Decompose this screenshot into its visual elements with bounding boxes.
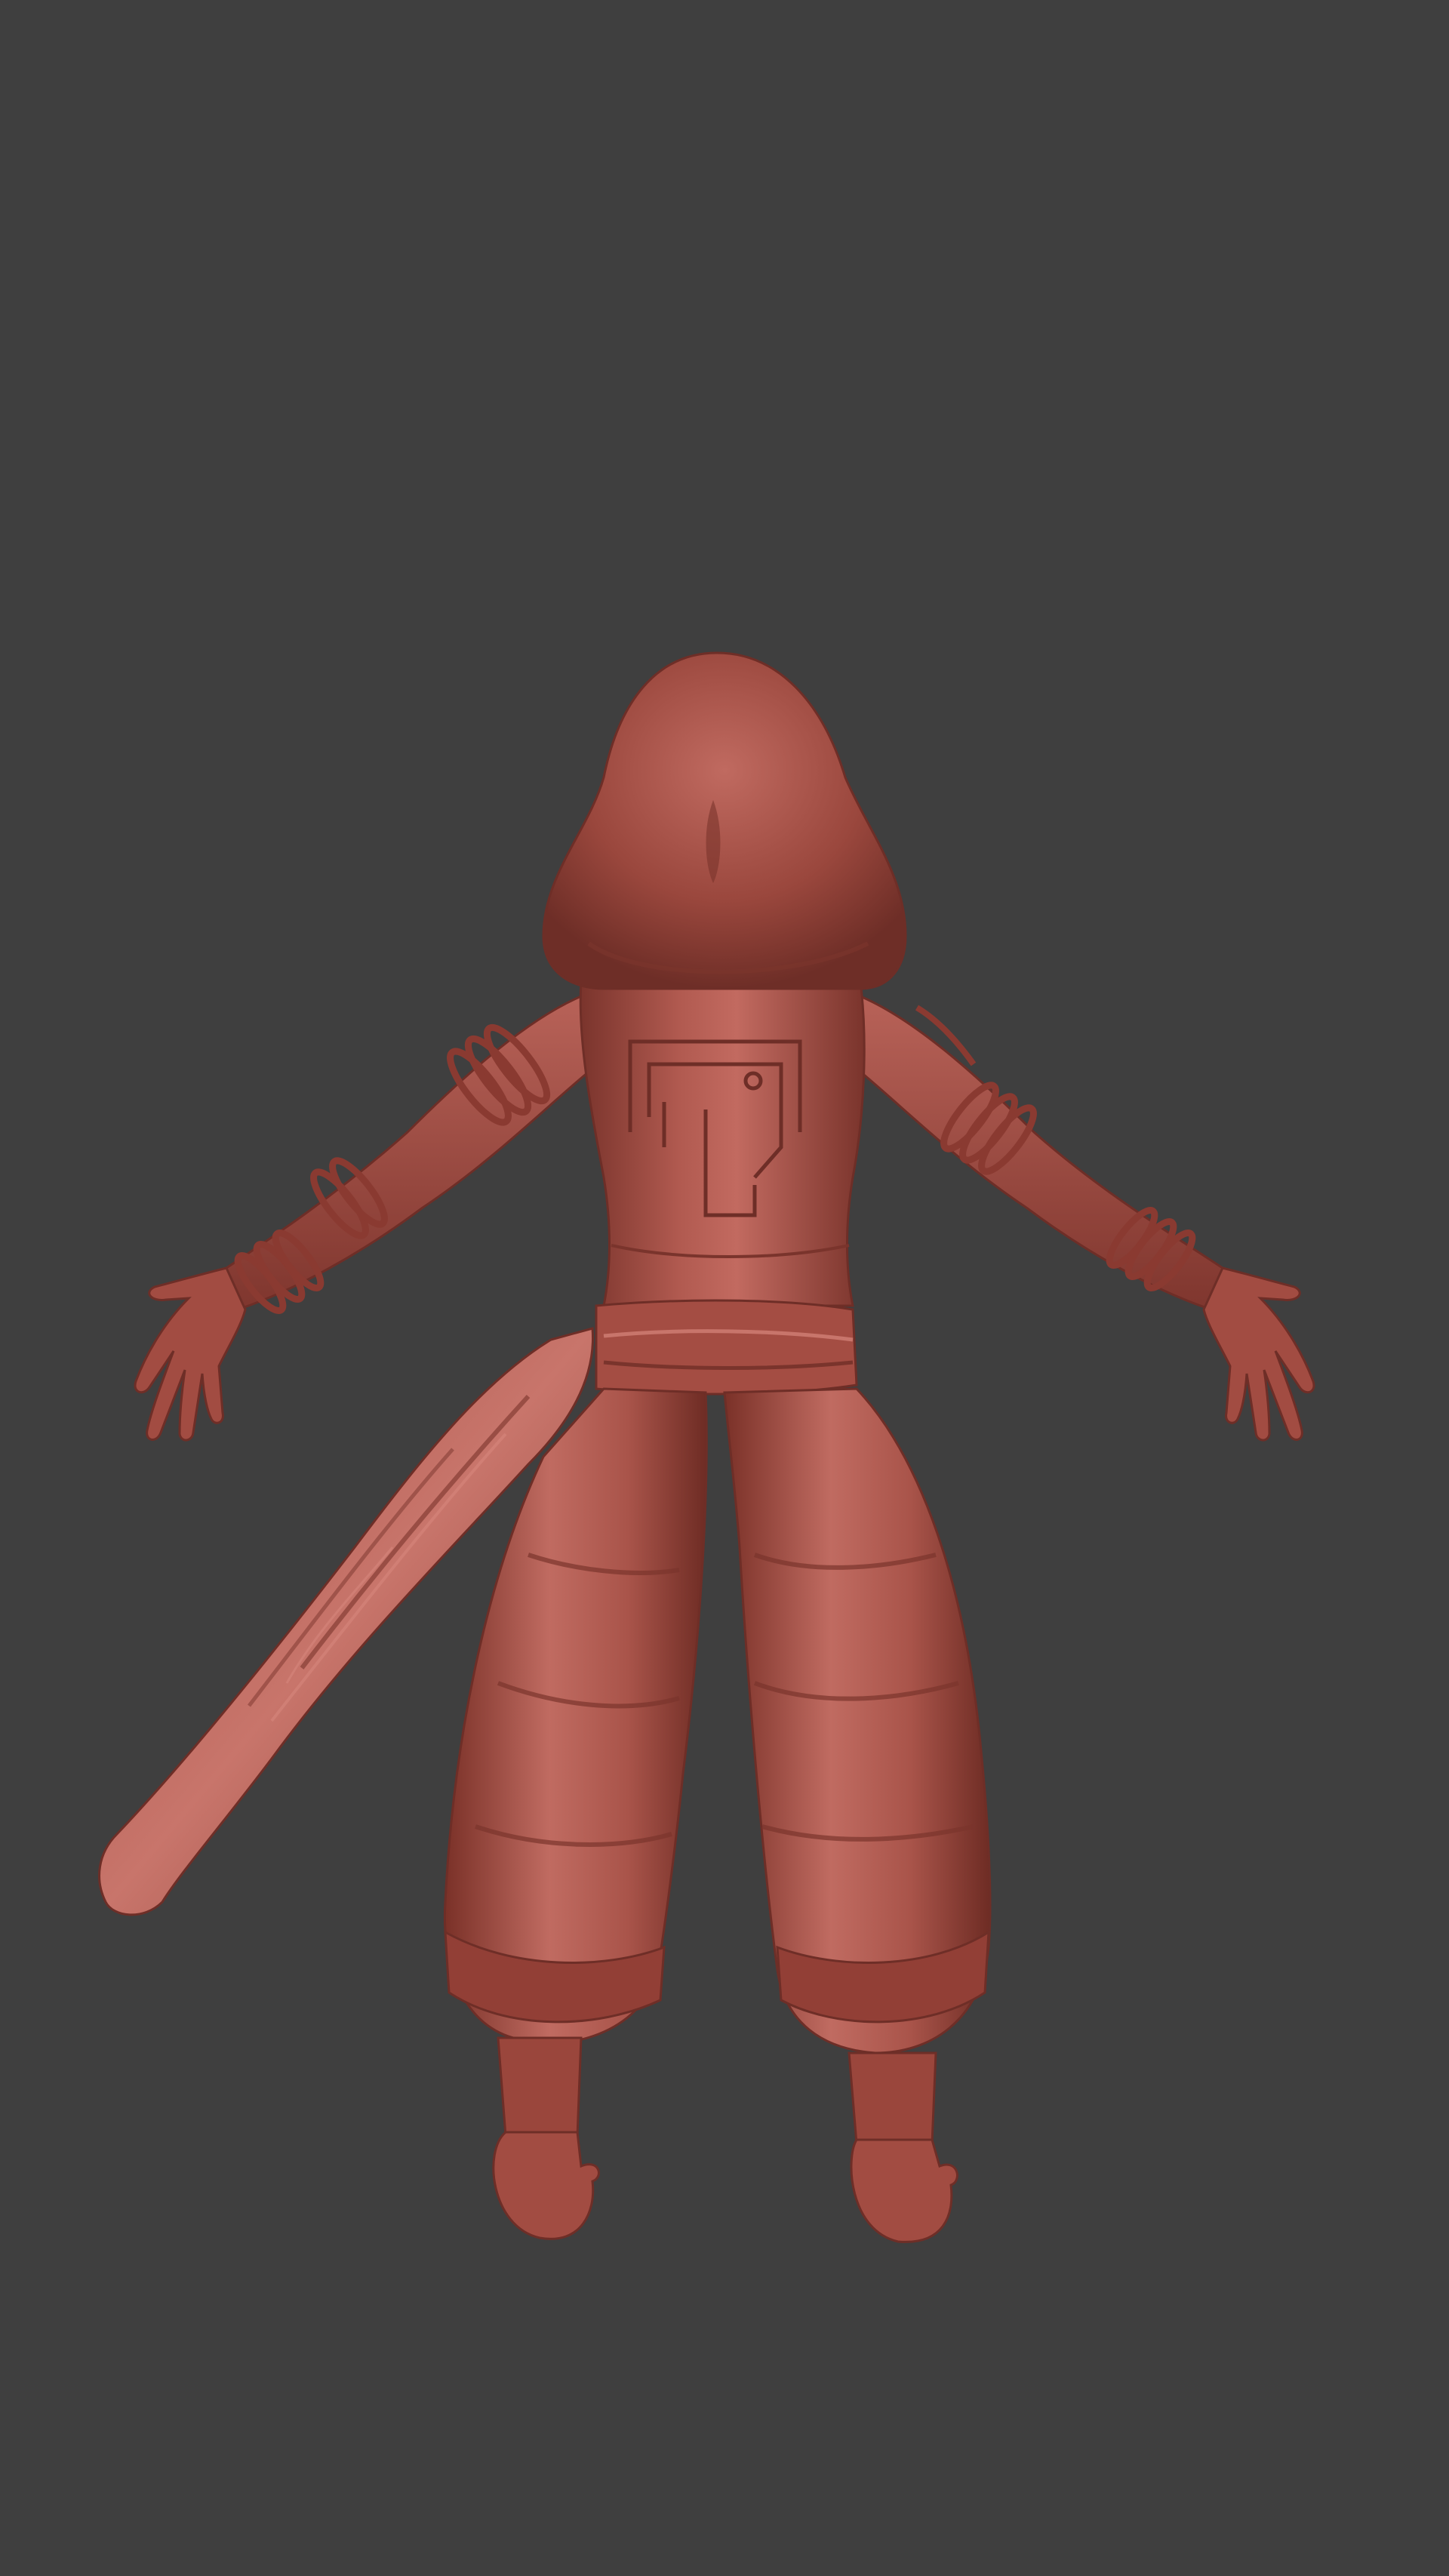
feet (492, 2036, 958, 2243)
sculpt-viewport (0, 0, 1449, 2576)
torso (579, 974, 866, 1307)
character-sculpt (98, 651, 1315, 2243)
waist-sash (595, 1299, 858, 1396)
pants (443, 1387, 992, 2054)
right-arm (859, 994, 1315, 1442)
hood (542, 651, 907, 990)
